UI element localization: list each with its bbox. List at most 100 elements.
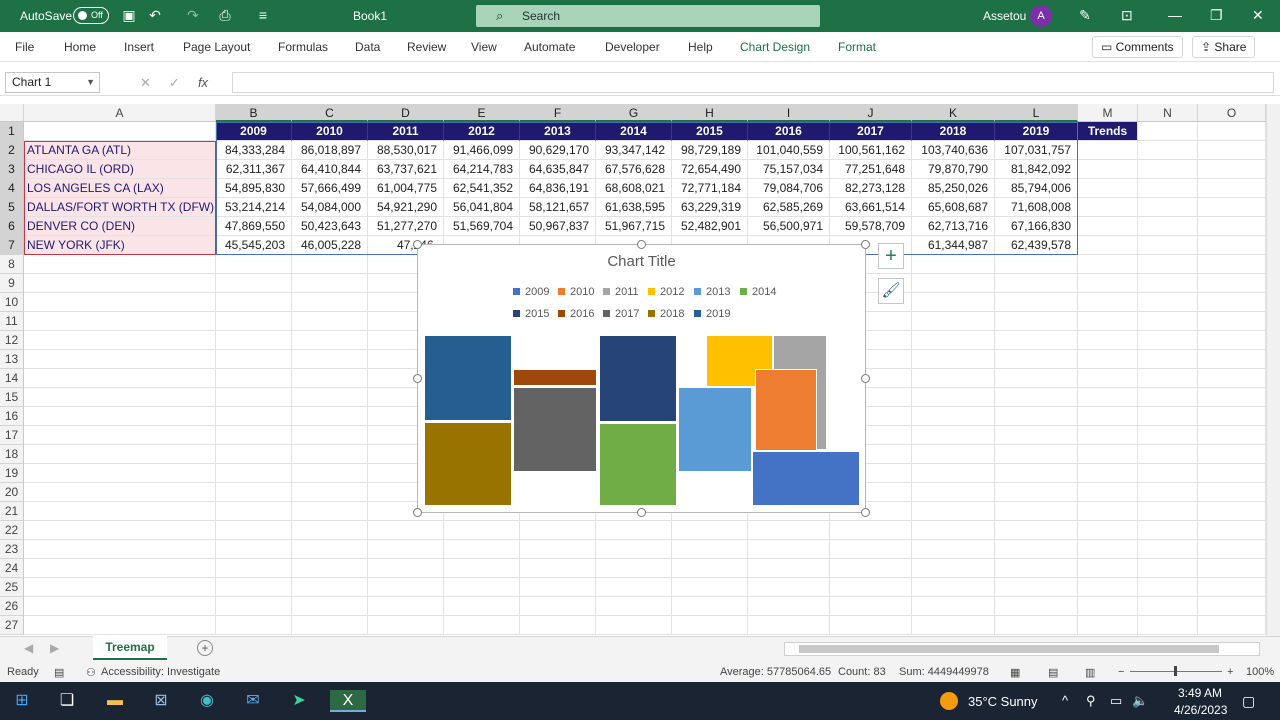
row-header-26[interactable]: 26 [0, 597, 24, 616]
cell[interactable] [216, 616, 292, 635]
cell[interactable] [520, 521, 596, 540]
value-cell[interactable]: 64,836,191 [520, 179, 596, 198]
value-cell[interactable]: 103,740,636 [912, 141, 995, 160]
city-cell[interactable]: ATLANTA GA (ATL) [24, 141, 216, 160]
cell[interactable] [1138, 160, 1198, 179]
cell[interactable] [1078, 350, 1138, 369]
value-cell[interactable]: 59,578,709 [830, 217, 912, 236]
cell[interactable] [1138, 369, 1198, 388]
cell[interactable] [1198, 521, 1266, 540]
cell[interactable] [912, 483, 995, 502]
value-cell[interactable]: 57,666,499 [292, 179, 368, 198]
value-cell[interactable]: 68,608,021 [596, 179, 672, 198]
city-cell[interactable]: NEW YORK (JFK) [24, 236, 216, 255]
legend-item-2011[interactable]: 2011 [603, 286, 639, 298]
ribbon-display-icon[interactable]: ⊡ [1121, 7, 1133, 24]
cell[interactable] [830, 540, 912, 559]
cell[interactable] [292, 483, 368, 502]
share-button[interactable]: ⇪ Share [1192, 36, 1256, 58]
cell[interactable] [596, 578, 672, 597]
value-cell[interactable]: 85,250,026 [912, 179, 995, 198]
cell[interactable] [368, 616, 444, 635]
cell[interactable] [672, 559, 748, 578]
cell[interactable] [24, 312, 216, 331]
column-header-j[interactable]: J [830, 104, 912, 122]
cell[interactable] [216, 312, 292, 331]
notifications-icon[interactable]: ▢ [1242, 693, 1255, 710]
cell[interactable] [1198, 464, 1266, 483]
cell[interactable] [292, 616, 368, 635]
tab-data[interactable]: Data [355, 40, 380, 54]
clock-date[interactable]: 4/26/2023 [1174, 703, 1227, 717]
cell[interactable] [995, 255, 1078, 274]
legend-item-2018[interactable]: 2018 [648, 308, 684, 320]
cell[interactable] [1138, 122, 1198, 141]
cell[interactable] [995, 464, 1078, 483]
cell[interactable] [1198, 312, 1266, 331]
value-cell[interactable]: 62,541,352 [444, 179, 520, 198]
treemap-tile-2010[interactable] [755, 369, 817, 451]
column-header-k[interactable]: K [912, 104, 995, 122]
city-cell[interactable]: DENVER CO (DEN) [24, 217, 216, 236]
legend-item-2017[interactable]: 2017 [603, 308, 639, 320]
cell[interactable] [444, 578, 520, 597]
cell[interactable] [1198, 274, 1266, 293]
cell[interactable] [912, 255, 995, 274]
store-icon[interactable]: ⊠ [150, 690, 172, 712]
cell[interactable] [1198, 160, 1266, 179]
cell[interactable] [368, 597, 444, 616]
legend-item-2016[interactable]: 2016 [558, 308, 594, 320]
autosave-toggle[interactable]: Off [73, 7, 109, 24]
network-icon[interactable]: ⚲ [1086, 693, 1096, 709]
column-header-i[interactable]: I [748, 104, 830, 122]
cell[interactable] [444, 521, 520, 540]
value-cell[interactable]: 100,561,162 [830, 141, 912, 160]
cell[interactable] [24, 616, 216, 635]
windows-start-icon[interactable]: ⊞ [11, 690, 33, 712]
row-header-22[interactable]: 22 [0, 521, 24, 540]
legend-item-2015[interactable]: 2015 [513, 308, 549, 320]
cell[interactable] [292, 293, 368, 312]
zoom-out-icon[interactable]: − [1118, 666, 1124, 678]
cell[interactable] [292, 464, 368, 483]
cell[interactable] [1078, 217, 1138, 236]
value-cell[interactable]: 52,482,901 [672, 217, 748, 236]
value-cell[interactable]: 98,729,189 [672, 141, 748, 160]
row-header-5[interactable]: 5 [0, 198, 24, 217]
cell[interactable] [216, 350, 292, 369]
column-header-d[interactable]: D [368, 104, 444, 122]
cell[interactable] [748, 559, 830, 578]
value-cell[interactable]: 79,870,790 [912, 160, 995, 179]
value-cell[interactable]: 56,500,971 [748, 217, 830, 236]
cell[interactable] [1138, 502, 1198, 521]
year-header[interactable]: 2012 [444, 122, 520, 141]
treemap-tile-2009[interactable] [752, 451, 860, 506]
chart-resize-handle[interactable] [861, 374, 870, 383]
cell[interactable] [1078, 407, 1138, 426]
cell[interactable] [912, 369, 995, 388]
year-header[interactable]: 2017 [830, 122, 912, 141]
column-header-n[interactable]: N [1138, 104, 1198, 122]
search-box[interactable]: ⌕ Search [476, 5, 820, 27]
treemap-tile-2017[interactable] [513, 387, 597, 472]
city-cell[interactable]: CHICAGO IL (ORD) [24, 160, 216, 179]
add-sheet-icon[interactable]: + [197, 640, 213, 656]
value-cell[interactable]: 82,273,128 [830, 179, 912, 198]
cell[interactable] [995, 312, 1078, 331]
undo-icon[interactable]: ↶ [146, 6, 164, 24]
cell[interactable] [1078, 616, 1138, 635]
cell[interactable] [672, 540, 748, 559]
value-cell[interactable]: 62,713,716 [912, 217, 995, 236]
designer-pen-icon[interactable]: ✎ [1076, 6, 1094, 24]
cell[interactable] [24, 559, 216, 578]
cell[interactable] [1198, 597, 1266, 616]
restore-icon[interactable]: ❐ [1210, 7, 1223, 24]
cell[interactable] [912, 388, 995, 407]
cell[interactable] [1078, 464, 1138, 483]
cell[interactable] [1078, 141, 1138, 160]
year-header[interactable]: 2014 [596, 122, 672, 141]
value-cell[interactable]: 67,166,830 [995, 217, 1078, 236]
trends-header[interactable]: Trends [1078, 122, 1138, 141]
value-cell[interactable]: 88,530,017 [368, 141, 444, 160]
cell[interactable] [995, 597, 1078, 616]
